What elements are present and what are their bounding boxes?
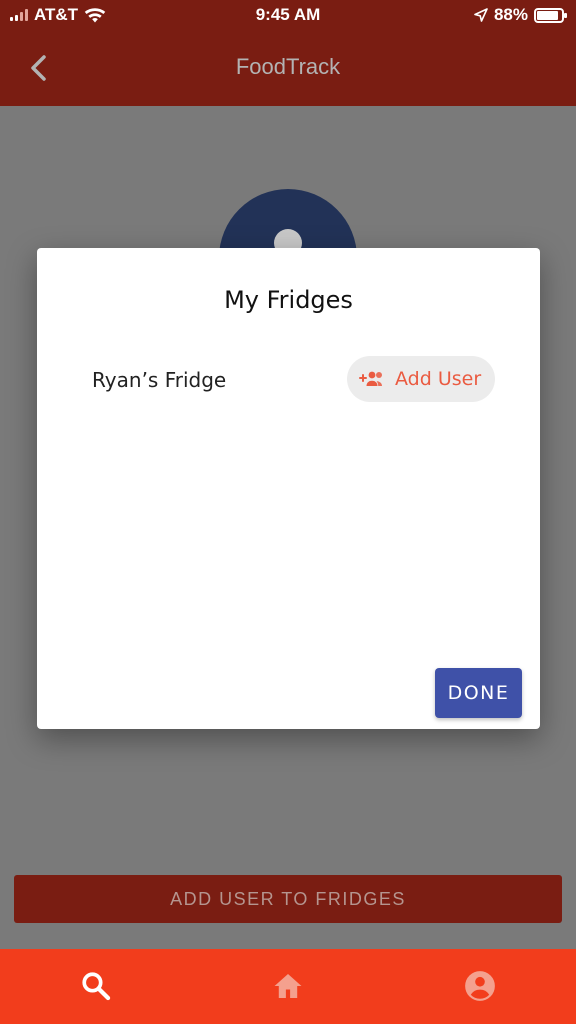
my-fridges-dialog: My Fridges Ryan’s Fridge Add User DONE bbox=[37, 248, 540, 729]
app-bar: FoodTrack bbox=[0, 30, 576, 106]
battery-icon bbox=[534, 7, 567, 23]
status-bar: AT&T 9:45 AM 88% bbox=[0, 0, 576, 30]
fridge-name: Ryan’s Fridge bbox=[92, 368, 227, 392]
fridge-list-item: Ryan’s Fridge Add User bbox=[37, 356, 540, 402]
battery-percent: 88% bbox=[493, 5, 528, 24]
home-icon[interactable] bbox=[271, 969, 305, 1003]
location-arrow-icon bbox=[474, 8, 488, 22]
app-title: FoodTrack bbox=[235, 54, 341, 79]
add-user-button[interactable]: Add User bbox=[347, 356, 495, 402]
done-button[interactable]: DONE bbox=[435, 668, 522, 718]
account-circle-icon[interactable] bbox=[463, 969, 497, 1003]
search-icon[interactable] bbox=[79, 969, 113, 1003]
add-user-label: Add User bbox=[395, 368, 482, 390]
add-user-to-fridges-button[interactable]: ADD USER TO FRIDGES bbox=[14, 875, 562, 923]
group-add-icon bbox=[359, 371, 382, 386]
bottom-nav bbox=[0, 949, 576, 1024]
dialog-title: My Fridges bbox=[224, 286, 353, 314]
status-right: 88% bbox=[474, 5, 567, 25]
